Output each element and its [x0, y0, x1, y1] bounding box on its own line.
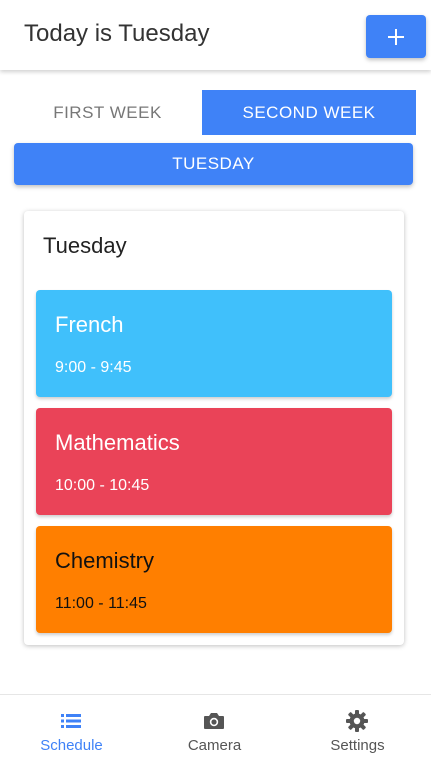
- schedule-card: Tuesday French 9:00 - 9:45 Mathematics 1…: [24, 211, 404, 645]
- page-title: Today is Tuesday: [24, 20, 210, 47]
- lesson-name: French: [55, 312, 124, 337]
- nav-label: Schedule: [40, 737, 103, 754]
- add-lesson-button[interactable]: [366, 15, 426, 58]
- lesson-time: 9:00 - 9:45: [55, 359, 132, 376]
- camera-icon: [204, 713, 224, 729]
- week-tabs: FIRST WEEK SECOND WEEK: [14, 90, 416, 135]
- lesson-time: 10:00 - 10:45: [55, 477, 150, 494]
- plus-icon: [388, 28, 404, 45]
- nav-schedule[interactable]: Schedule: [0, 695, 143, 765]
- app-header: Today is Tuesday: [0, 0, 431, 70]
- lesson-card-french[interactable]: French 9:00 - 9:45: [36, 290, 392, 397]
- tab-second-week[interactable]: SECOND WEEK: [202, 90, 416, 135]
- nav-settings[interactable]: Settings: [286, 695, 429, 765]
- list-icon: [61, 714, 81, 728]
- lesson-name: Mathematics: [55, 430, 180, 455]
- lesson-time: 11:00 - 11:45: [55, 595, 147, 612]
- lesson-name: Chemistry: [55, 548, 155, 573]
- gear-icon: [346, 710, 368, 732]
- nav-camera[interactable]: Camera: [143, 695, 286, 765]
- lesson-card-mathematics[interactable]: Mathematics 10:00 - 10:45: [36, 408, 392, 515]
- nav-label: Camera: [187, 737, 242, 754]
- tab-first-week[interactable]: FIRST WEEK: [14, 90, 201, 135]
- lesson-card-chemistry[interactable]: Chemistry 11:00 - 11:45: [36, 526, 392, 633]
- bottom-navigation: Schedule Camera Settings: [0, 694, 431, 765]
- day-selector-button[interactable]: TUESDAY: [14, 143, 413, 185]
- nav-label: Settings: [330, 737, 385, 754]
- day-title: Tuesday: [43, 233, 127, 258]
